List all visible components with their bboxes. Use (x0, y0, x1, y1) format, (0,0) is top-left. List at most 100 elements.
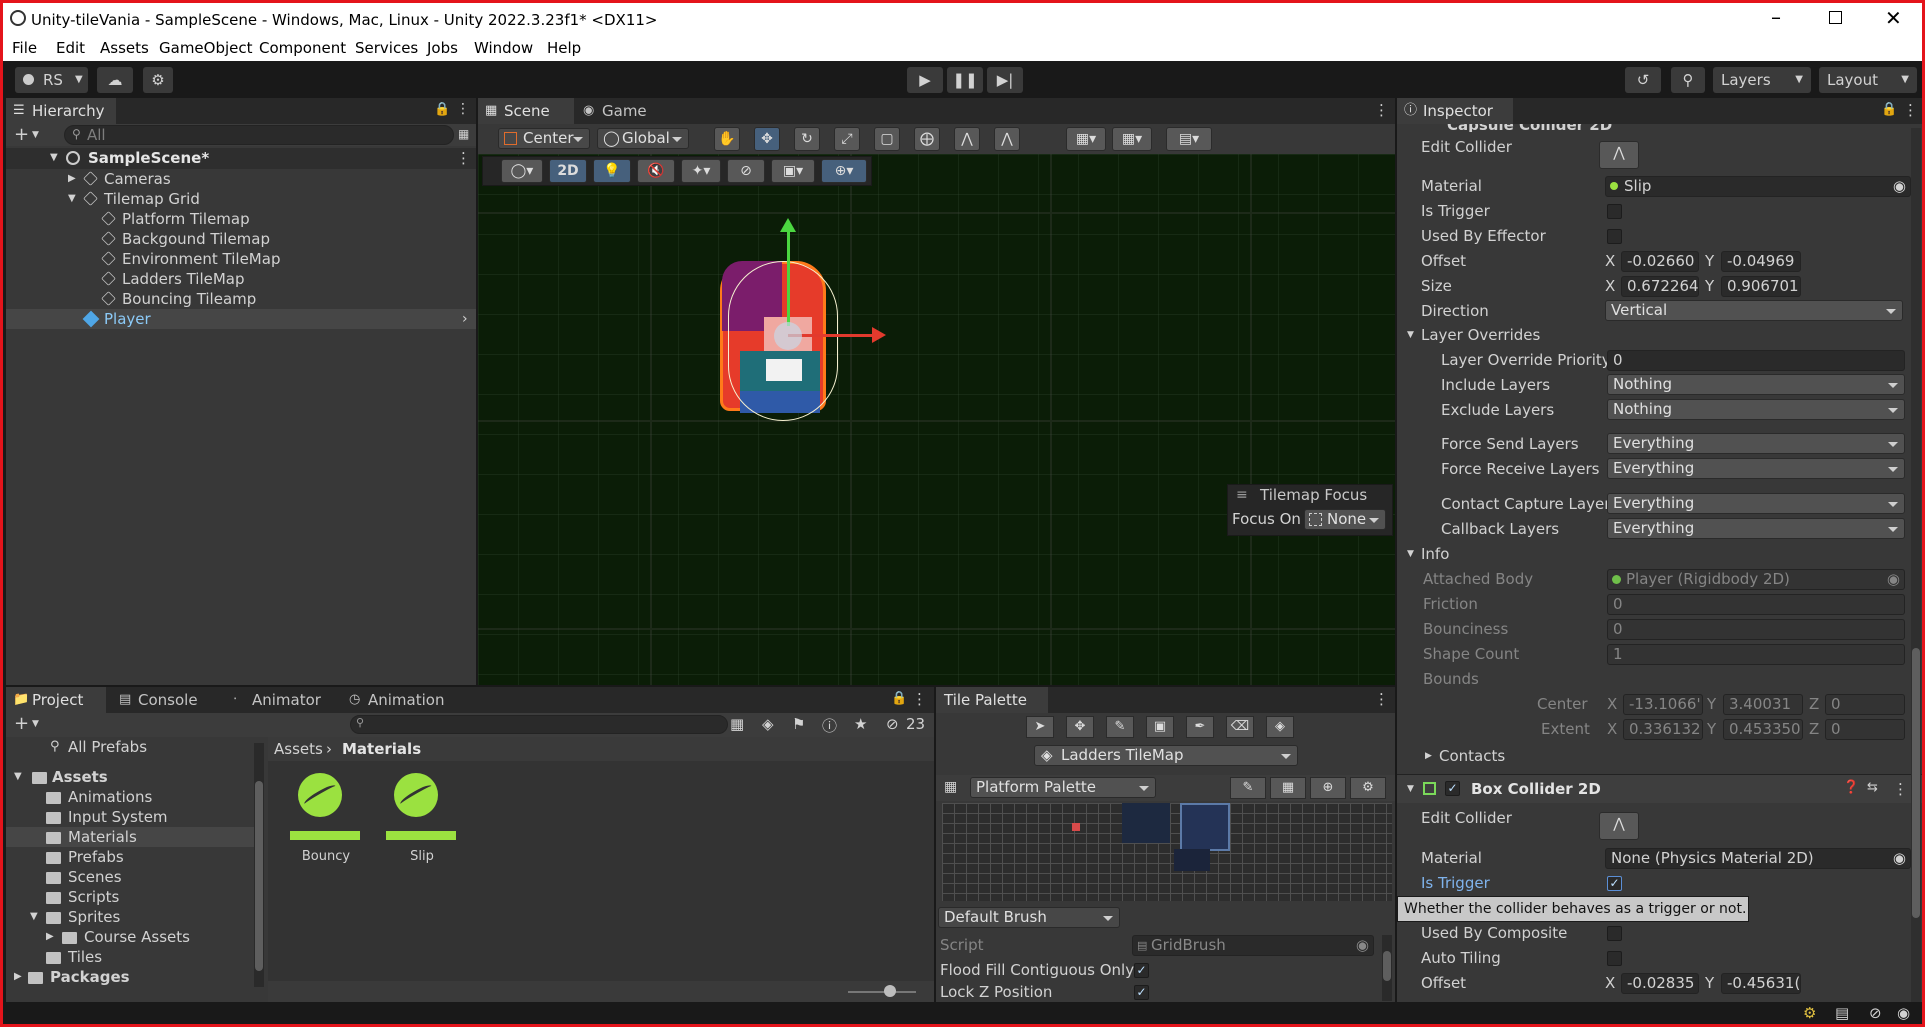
add-icon[interactable]: + (14, 124, 29, 146)
search-by-label-icon[interactable]: ◈ (762, 715, 774, 733)
offset-x-field[interactable]: -0.02835 (1621, 973, 1699, 994)
asset-bouncy[interactable]: Bouncy (286, 771, 360, 873)
hierarchy-item-player[interactable]: Player › (6, 309, 476, 329)
menu-edit[interactable]: Edit (56, 39, 85, 57)
breadcrumb-materials[interactable]: Materials (342, 739, 421, 759)
tab-hierarchy[interactable]: ☰ Hierarchy (6, 98, 116, 124)
kebab-menu-icon[interactable]: ⋮ (912, 690, 927, 708)
force-receive-layers-dropdown[interactable]: Everything (1607, 458, 1905, 479)
layer-override-priority-field[interactable]: 0 (1607, 350, 1905, 371)
expand-arrow-icon[interactable]: ▼ (14, 767, 22, 787)
expand-arrow-icon[interactable]: ▼ (1407, 544, 1414, 564)
select-tool-button[interactable]: ➤ (1026, 716, 1054, 738)
move-tool-button[interactable]: ✥ (754, 127, 780, 151)
tile-marker[interactable] (1072, 823, 1080, 831)
picker-tool-button[interactable]: ✒ (1186, 716, 1214, 738)
close-icon[interactable]: ✕ (1885, 6, 1902, 30)
kebab-menu-icon[interactable]: ⋮ (1893, 780, 1908, 798)
callback-layers-dropdown[interactable]: Everything (1607, 518, 1905, 539)
brush-dropdown[interactable]: Default Brush (938, 907, 1120, 928)
palette-scrollbar-thumb[interactable] (1383, 951, 1391, 981)
pivot-dropdown[interactable]: Center (498, 128, 590, 149)
kebab-menu-icon[interactable]: ⋮ (456, 101, 470, 117)
menu-help[interactable]: Help (547, 39, 581, 57)
expand-arrow-icon[interactable]: ▼ (1407, 779, 1414, 799)
pause-button[interactable]: ❚❚ (947, 67, 983, 93)
palette-settings-button[interactable]: ⚙ (1350, 777, 1386, 799)
menu-gameobject[interactable]: GameObject (159, 39, 253, 57)
is-trigger-checkbox[interactable]: ✓ (1607, 876, 1622, 891)
inspector-scrollbar[interactable] (1911, 128, 1921, 1002)
collapse-arrow-icon[interactable]: ▶ (1425, 746, 1432, 766)
log-icon[interactable]: ⓘ (822, 715, 837, 736)
cloud-button[interactable]: ☁ (97, 67, 133, 93)
menu-window[interactable]: Window (474, 39, 533, 57)
hierarchy-item-ladders-tilemap[interactable]: Ladders TileMap (6, 269, 476, 289)
hidden-packages-icon[interactable]: ⊘ (886, 715, 899, 733)
lighting-button[interactable]: 💡 (593, 159, 631, 183)
auto-tiling-checkbox[interactable] (1607, 951, 1622, 966)
gizmo-toggle-button[interactable]: ⊕ (1310, 777, 1346, 799)
scale-tool-button[interactable]: ⤢ (834, 127, 860, 151)
layout-dropdown[interactable]: Layout ▼ (1819, 67, 1917, 93)
component-enabled-checkbox[interactable]: ✓ (1445, 781, 1460, 796)
lock-icon[interactable]: 🔒 (1881, 102, 1897, 117)
star-icon[interactable]: ★ (854, 715, 867, 733)
offset-x-field[interactable]: -0.02660 (1621, 251, 1699, 272)
step-button[interactable]: ▶| (987, 67, 1023, 93)
hierarchy-item-bouncing-tilemap[interactable]: Bouncing Tileamp (6, 289, 476, 309)
tag-icon[interactable]: ⚑ (792, 715, 805, 733)
expand-arrow-icon[interactable]: ▼ (30, 907, 38, 927)
tree-item-materials[interactable]: Materials (6, 827, 254, 847)
kebab-menu-icon[interactable]: ⋮ (1374, 690, 1389, 708)
tile-cluster[interactable] (1174, 849, 1210, 871)
offset-y-field[interactable]: -0.45631( (1721, 973, 1801, 994)
zoom-slider-track[interactable] (848, 991, 916, 993)
lock-icon[interactable]: 🔒 (891, 691, 907, 706)
direction-dropdown[interactable]: Vertical (1605, 300, 1903, 321)
lock-z-checkbox[interactable]: ✓ (1134, 985, 1149, 1000)
expand-arrow-icon[interactable]: ▼ (50, 148, 58, 168)
breadcrumb-assets[interactable]: Assets (274, 739, 323, 759)
help-icon[interactable]: ❓ (1843, 780, 1859, 795)
include-layers-dropdown[interactable]: Nothing (1607, 374, 1905, 395)
edit-palette-button[interactable]: ✎ (1230, 777, 1266, 799)
tab-game[interactable]: ◉ Game (576, 98, 656, 124)
rect-tool-button[interactable]: ▢ (874, 127, 900, 151)
kebab-menu-icon[interactable]: ⋮ (1374, 101, 1389, 119)
palette-scrollbar[interactable] (1382, 935, 1392, 1001)
menu-assets[interactable]: Assets (100, 39, 149, 57)
move-center-handle[interactable] (774, 322, 802, 350)
expand-arrow-icon[interactable]: ▼ (68, 189, 76, 209)
account-button[interactable]: RS ▼ (15, 67, 88, 93)
layer-overrides-foldout[interactable]: Layer Overrides (1421, 325, 1540, 345)
menu-file[interactable]: File (12, 39, 37, 57)
preset-icon[interactable]: ⇆ (1867, 780, 1878, 795)
rotate-tool-button[interactable]: ↻ (794, 127, 820, 151)
gizmos-button[interactable]: ⊕▾ (821, 159, 867, 183)
scene-visibility-icon[interactable]: ▦ (458, 127, 469, 141)
effects-button[interactable]: ✦▾ (681, 159, 721, 183)
object-picker-icon[interactable]: ◉ (1893, 849, 1906, 868)
collapse-arrow-icon[interactable]: ▶ (14, 967, 22, 987)
scene-viewport[interactable]: ≡ Tilemap Focus Focus On None (478, 154, 1395, 685)
layers-dropdown[interactable]: Layers ▼ (1713, 67, 1811, 93)
audio-button[interactable]: 🔇 (637, 159, 675, 183)
project-search-input[interactable] (350, 715, 728, 734)
edit-collider-button[interactable]: ⋀ (1599, 141, 1639, 169)
tab-tile-palette[interactable]: Tile Palette (936, 687, 1048, 713)
menu-jobs[interactable]: Jobs (427, 39, 458, 57)
tab-console[interactable]: ▤ Console (112, 687, 212, 713)
search-by-type-icon[interactable]: ▦ (730, 715, 744, 733)
offset-y-field[interactable]: -0.04969 (1721, 251, 1801, 272)
asset-slip[interactable]: Slip (380, 771, 456, 873)
space-dropdown[interactable]: ◯ Global (597, 128, 689, 149)
scene-row[interactable]: ▼ SampleScene* ⋮ (6, 148, 476, 169)
palette-dropdown[interactable]: Platform Palette (970, 777, 1156, 798)
menu-component[interactable]: Component (259, 39, 346, 57)
material-field[interactable]: None (Physics Material 2D) ◉ (1605, 848, 1911, 869)
edit-collider-tool-button[interactable]: ⋀ (954, 127, 980, 151)
edit-collider-button[interactable]: ⋀ (1599, 812, 1639, 840)
scene-visibility-button[interactable]: ⊘ (727, 159, 765, 183)
lock-icon[interactable]: 🔒 (434, 102, 450, 117)
